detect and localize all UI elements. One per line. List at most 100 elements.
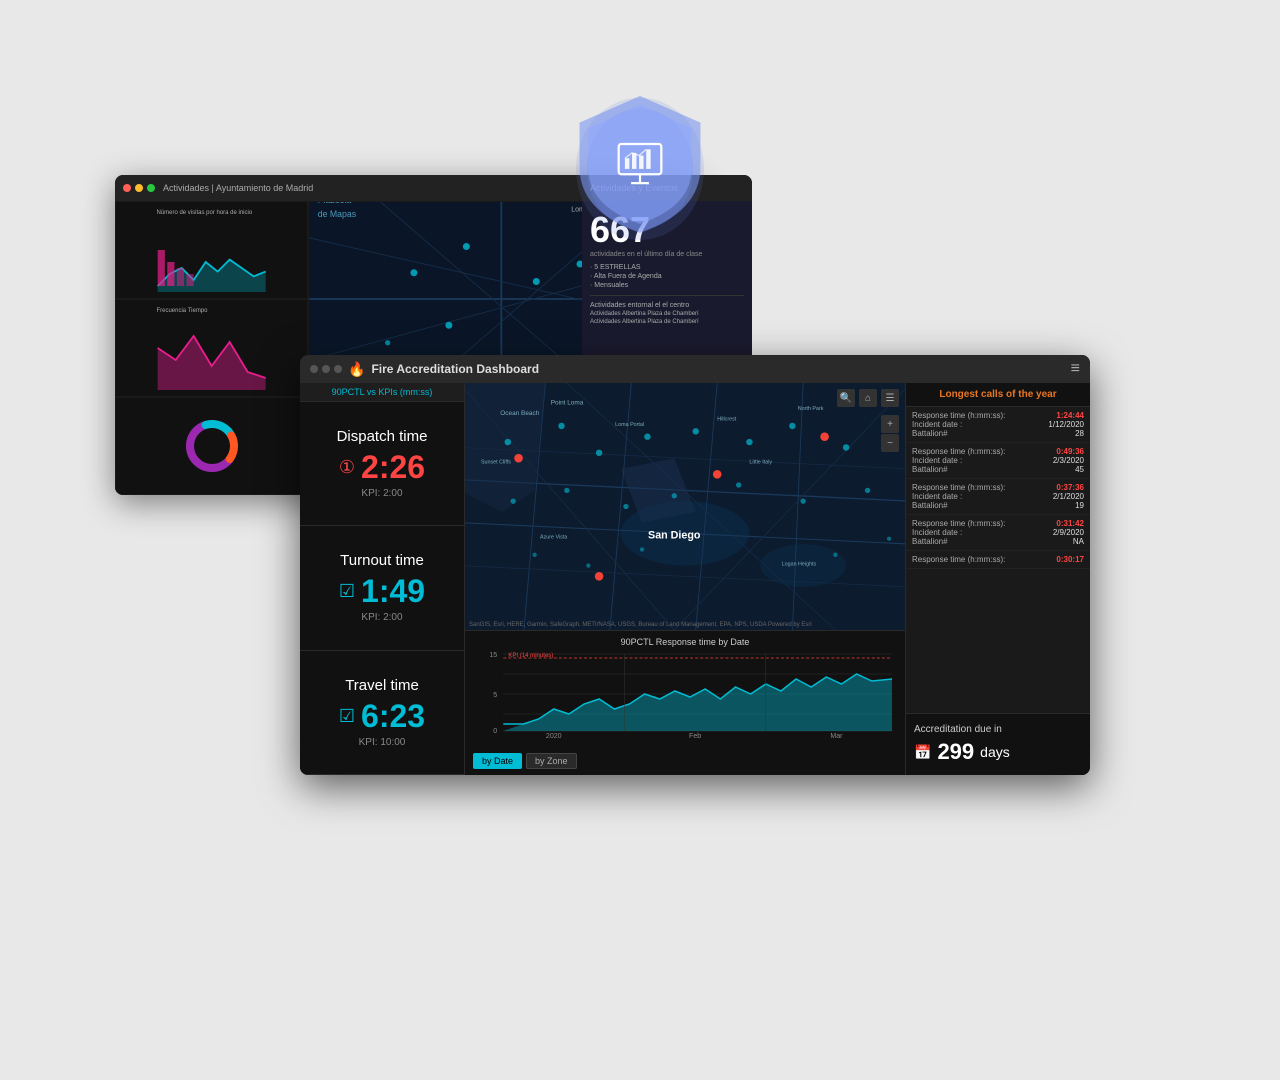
svg-text:de Mapas: de Mapas	[318, 209, 357, 219]
kpi-subheader: 90PCTL vs KPIs (mm:ss)	[300, 383, 464, 402]
call4-battalion-val: NA	[1073, 537, 1084, 546]
map-list-button[interactable]: ☰	[881, 389, 899, 407]
call5-response-label: Response time (h:mm:ss):	[912, 555, 1005, 564]
dispatch-label: Dispatch time	[337, 428, 428, 445]
svg-text:North Park: North Park	[798, 406, 824, 412]
call3-incident-val: 2/1/2020	[1053, 492, 1084, 501]
map-search-button[interactable]: 🔍	[837, 389, 855, 407]
call1-incident-val: 1/12/2020	[1048, 420, 1084, 429]
back-list-item-1: · 5 ESTRELLAS	[590, 264, 744, 271]
travel-target: KPI: 10:00	[359, 737, 406, 748]
svg-text:Hillcrest: Hillcrest	[717, 417, 737, 423]
call-item-1: Response time (h:mm:ss): 1:24:44 Inciden…	[906, 407, 1090, 443]
map-area: San Diego Ocean Beach Point Loma Sunset …	[465, 383, 905, 630]
svg-text:Plazuela: Plazuela	[318, 202, 352, 205]
turnout-target: KPI: 2:00	[361, 612, 402, 623]
svg-text:Sunset Cliffs: Sunset Cliffs	[481, 460, 511, 466]
back-list-item-3: · Mensuales	[590, 282, 744, 289]
svg-text:0: 0	[493, 728, 497, 735]
accreditation-calendar-icon: 📅	[914, 744, 931, 761]
back-title: Actividades | Ayuntamiento de Madrid	[163, 183, 313, 193]
svg-text:5: 5	[493, 692, 497, 699]
call2-battalion-val: 45	[1075, 465, 1084, 474]
travel-label: Travel time	[345, 677, 419, 694]
shield-icon	[560, 80, 720, 240]
call4-response-label: Response time (h:mm:ss):	[912, 519, 1005, 528]
dispatch-target: KPI: 2:00	[361, 488, 402, 499]
hamburger-menu-icon[interactable]: ≡	[1071, 360, 1080, 378]
map-zoom-in-button[interactable]: +	[881, 415, 899, 433]
call5-response-val: 0:30:17	[1056, 555, 1084, 564]
call4-battalion-label: Battalion#	[912, 537, 948, 546]
svg-text:KPI (14 minutes): KPI (14 minutes)	[508, 653, 553, 659]
call2-incident-label: Incident date :	[912, 456, 962, 465]
back-list-item-2: · Alta Fuera de Agenda	[590, 273, 744, 280]
svg-text:Número de visitas por hora de: Número de visitas por hora de inicio	[156, 210, 252, 216]
front-titlebar: 🔥 Fire Accreditation Dashboard ≡	[300, 355, 1090, 383]
front-dashboard: 🔥 Fire Accreditation Dashboard ≡ 90PCTL …	[300, 355, 1090, 775]
svg-text:15: 15	[489, 652, 497, 659]
turnout-label: Turnout time	[340, 552, 424, 569]
back-donut	[115, 397, 308, 495]
back-titlebar-dots	[123, 184, 155, 192]
call1-incident-label: Incident date :	[912, 420, 962, 429]
call4-response-val: 0:31:42	[1056, 519, 1084, 528]
svg-text:Frecuencia Tiempo: Frecuencia Tiempo	[156, 308, 208, 314]
svg-text:San Diego: San Diego	[648, 530, 701, 542]
center-column: San Diego Ocean Beach Point Loma Sunset …	[465, 383, 905, 775]
front-titlebar-dots	[310, 365, 342, 373]
back-list-item-5: Actividades Albertina Plaza de Chamberí	[590, 311, 744, 317]
call3-incident-label: Incident date :	[912, 492, 962, 501]
svg-text:Logan Heights: Logan Heights	[782, 562, 817, 568]
svg-text:Point Loma: Point Loma	[551, 399, 584, 406]
dot2	[322, 365, 330, 373]
map-zoom-out-button[interactable]: −	[881, 434, 899, 452]
front-dashboard-title: Fire Accreditation Dashboard	[371, 362, 539, 376]
svg-text:Ocean Beach: Ocean Beach	[500, 410, 539, 417]
call2-response-label: Response time (h:mm:ss):	[912, 447, 1005, 456]
call4-incident-label: Incident date :	[912, 528, 962, 537]
dispatch-value: 2:26	[361, 449, 425, 486]
by-date-button[interactable]: by Date	[473, 753, 522, 769]
call3-response-label: Response time (h:mm:ss):	[912, 483, 1005, 492]
turnout-value: 1:49	[361, 573, 425, 610]
fire-logo-icon: 🔥	[348, 361, 365, 378]
turnout-ok-icon: ☑	[339, 581, 355, 602]
map-home-button[interactable]: ⌂	[859, 389, 877, 407]
back-list-item-4: Actividades entornal el el centro	[590, 302, 744, 309]
svg-text:Mar: Mar	[830, 733, 843, 739]
accreditation-unit: days	[980, 744, 1010, 760]
front-titlebar-left: 🔥 Fire Accreditation Dashboard	[310, 361, 539, 378]
call1-battalion-label: Battalion#	[912, 429, 948, 438]
dot1	[310, 365, 318, 373]
svg-text:Feb: Feb	[689, 733, 701, 739]
back-chart-1: Número de visitas por hora de inicio	[115, 201, 308, 299]
back-list-item-6: Actividades Albertina Plaza de Chamberí	[590, 319, 744, 325]
svg-text:Little Italy: Little Italy	[749, 460, 772, 466]
svg-text:Azure Vista: Azure Vista	[540, 535, 567, 541]
travel-time-card: Travel time ☑ 6:23 KPI: 10:00	[300, 651, 464, 775]
call-item-3: Response time (h:mm:ss): 0:37:36 Inciden…	[906, 479, 1090, 515]
call2-incident-val: 2/3/2020	[1053, 456, 1084, 465]
kpi-column: 90PCTL vs KPIs (mm:ss) Dispatch time ① 2…	[300, 383, 465, 775]
turnout-time-card: Turnout time ☑ 1:49 KPI: 2:00	[300, 526, 464, 650]
chart-title: 90PCTL Response time by Date	[473, 637, 897, 647]
call1-battalion-val: 28	[1075, 429, 1084, 438]
dot3	[334, 365, 342, 373]
travel-value: 6:23	[361, 698, 425, 735]
calls-column: Longest calls of the year Response time …	[905, 383, 1090, 775]
call1-response-val: 1:24:44	[1056, 411, 1084, 420]
call-item-2: Response time (h:mm:ss): 0:49:36 Inciden…	[906, 443, 1090, 479]
call-item-5: Response time (h:mm:ss): 0:30:17	[906, 551, 1090, 569]
map-controls: 🔍 ⌂ ☰	[837, 389, 899, 407]
dispatch-alert-icon: ①	[339, 457, 355, 478]
call2-response-val: 0:49:36	[1056, 447, 1084, 456]
call1-response-label: Response time (h:mm:ss):	[912, 411, 1005, 420]
call-item-4: Response time (h:mm:ss): 0:31:42 Inciden…	[906, 515, 1090, 551]
svg-text:Loma Portal: Loma Portal	[615, 422, 644, 428]
chart-buttons: by Date by Zone	[473, 753, 577, 769]
call4-incident-val: 2/9/2020	[1053, 528, 1084, 537]
by-zone-button[interactable]: by Zone	[526, 753, 577, 769]
accreditation-days: 299	[937, 739, 974, 765]
call3-response-val: 0:37:36	[1056, 483, 1084, 492]
